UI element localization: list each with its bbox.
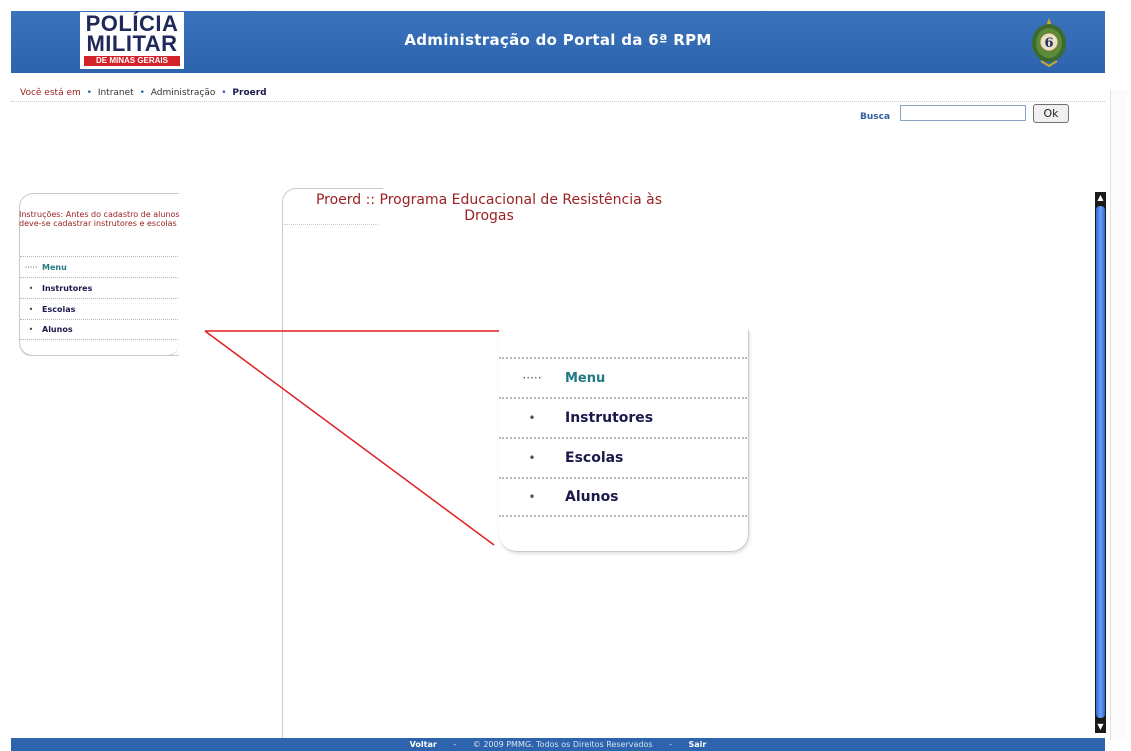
sidebar-item-label[interactable]: Escolas xyxy=(42,305,75,314)
exit-link[interactable]: Sair xyxy=(689,740,707,749)
content-scrollbar[interactable]: ▲ ▼ xyxy=(1095,192,1106,733)
sidebar-item-label[interactable]: Instrutores xyxy=(42,284,92,293)
footer-bar: Voltar - © 2009 PMMG. Todos os Direitos … xyxy=(11,738,1105,751)
sidebar-instructions: Instruções: Antes do cadastro de alunos … xyxy=(19,210,180,228)
content-panel xyxy=(282,188,383,741)
footer-separator: - xyxy=(669,740,672,749)
scrollbar-thumb[interactable] xyxy=(1096,206,1105,718)
scroll-up-icon[interactable]: ▲ xyxy=(1095,192,1106,204)
sidebar-item-alunos[interactable]: • Alunos xyxy=(20,319,178,340)
page-scrollbar[interactable] xyxy=(1110,90,1127,740)
bullet-icon: • xyxy=(139,88,145,98)
sidebar-menu-heading-row: ····· Menu xyxy=(20,256,178,277)
sidebar-menu-heading: Menu xyxy=(42,262,67,272)
bullet-icon: • xyxy=(28,283,34,293)
bullet-icon: • xyxy=(528,411,536,425)
zoomed-item-label[interactable]: Instrutores xyxy=(565,410,653,426)
breadcrumb-divider xyxy=(11,101,1105,102)
breadcrumb-item-intranet[interactable]: Intranet xyxy=(98,88,134,98)
content-title: Proerd :: Programa Educacional de Resist… xyxy=(315,192,663,224)
bullet-icon: • xyxy=(86,88,92,98)
breadcrumb-prefix: Você está em xyxy=(20,88,81,98)
back-link[interactable]: Voltar xyxy=(410,740,437,749)
bullet-icon: • xyxy=(528,490,536,504)
zoomed-item-alunos[interactable]: • Alunos xyxy=(499,477,747,517)
sidebar-item-instrutores[interactable]: • Instrutores xyxy=(20,277,178,298)
rpm-emblem-icon: 6 xyxy=(1027,16,1071,68)
emblem-number: 6 xyxy=(1044,36,1053,51)
breadcrumb-item-administracao[interactable]: Administração xyxy=(151,88,216,98)
scroll-down-icon[interactable]: ▼ xyxy=(1095,721,1106,733)
dots-icon: ····· xyxy=(24,262,38,272)
zoomed-item-instrutores[interactable]: • Instrutores xyxy=(499,397,747,437)
breadcrumb: Você está em • Intranet • Administração … xyxy=(20,88,267,98)
zoomed-menu-heading-row: ····· Menu xyxy=(499,357,747,397)
bullet-icon: • xyxy=(28,325,34,334)
bullet-icon: • xyxy=(221,88,227,98)
sidebar-menu: ····· Menu • Instrutores • Escolas • Alu… xyxy=(20,256,178,340)
zoomed-menu-heading: Menu xyxy=(565,370,606,386)
bullet-icon: • xyxy=(28,304,34,314)
zoomed-item-escolas[interactable]: • Escolas xyxy=(499,437,747,477)
footer-separator: - xyxy=(453,740,457,749)
search-label: Busca xyxy=(860,112,891,122)
search-ok-button[interactable]: Ok xyxy=(1033,104,1069,123)
sidebar-panel-edge xyxy=(19,341,179,356)
title-divider xyxy=(284,224,378,225)
copyright-text: © 2009 PMMG. Todos os Direitos Reservado… xyxy=(472,740,653,749)
search-input[interactable] xyxy=(900,105,1026,121)
dots-icon: ····· xyxy=(522,371,542,385)
sidebar-item-escolas[interactable]: • Escolas xyxy=(20,298,178,319)
breadcrumb-item-proerd: Proerd xyxy=(232,88,267,98)
header-bar: POLÍCIA MILITAR DE MINAS GERAIS Administ… xyxy=(11,11,1105,73)
zoomed-item-label[interactable]: Escolas xyxy=(565,450,623,466)
sidebar-item-label[interactable]: Alunos xyxy=(42,325,73,334)
zoomed-item-label[interactable]: Alunos xyxy=(565,489,619,505)
bullet-icon: • xyxy=(528,451,536,465)
logo-line-3: DE MINAS GERAIS xyxy=(84,56,180,66)
zoomed-menu: ····· Menu • Instrutores • Escolas • Alu… xyxy=(499,357,747,517)
page-title: Administração do Portal da 6ª RPM xyxy=(404,31,712,49)
